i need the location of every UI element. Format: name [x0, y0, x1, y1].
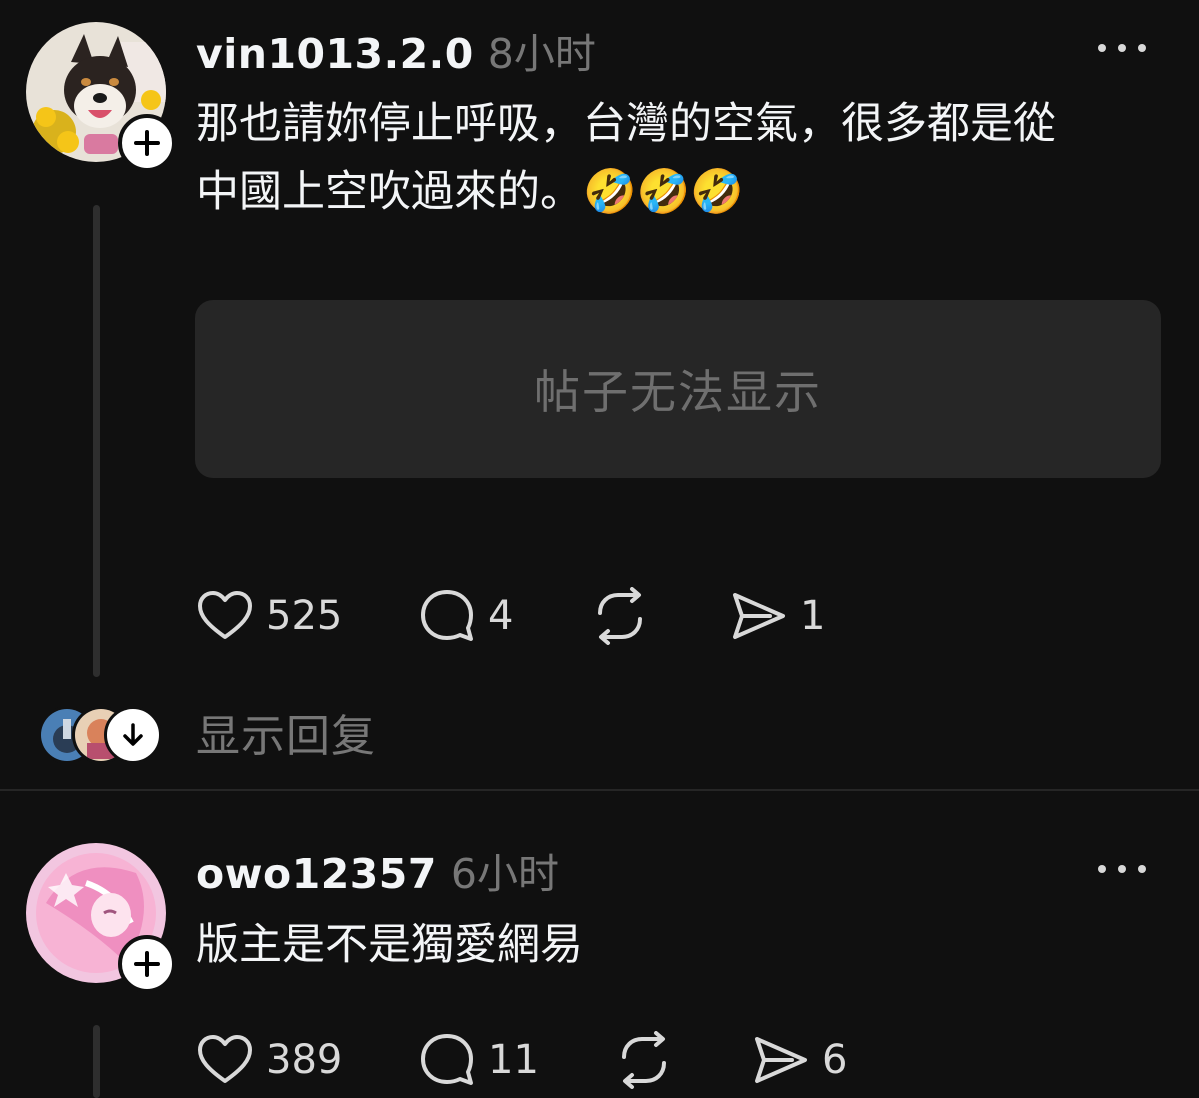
comment-button[interactable]: 11: [418, 1028, 539, 1092]
username[interactable]: owo12357: [196, 850, 437, 898]
repost-icon: [622, 1031, 666, 1089]
rofl-emoji: 🤣🤣🤣: [583, 167, 744, 217]
share-count: 1: [800, 593, 826, 639]
follow-button[interactable]: [118, 935, 176, 993]
share-button[interactable]: 1: [730, 584, 825, 648]
comment-count: 11: [488, 1037, 539, 1083]
post-text-line-2: 中國上空吹過來的。🤣🤣🤣: [196, 167, 744, 217]
comment-count: 4: [488, 593, 514, 639]
more-dots-icon[interactable]: [1098, 38, 1146, 58]
comment-bubble-icon: [421, 1034, 473, 1085]
like-button[interactable]: 389: [196, 1028, 342, 1092]
share-count: 6: [822, 1037, 848, 1083]
thread-line: [93, 205, 100, 677]
post-text: 那也請妳停止呼吸，台灣的空氣，很多都是從 中國上空吹過來的。🤣🤣🤣: [196, 90, 1171, 226]
repost-button[interactable]: [592, 584, 648, 648]
like-count: 525: [266, 593, 343, 639]
plus-icon: [134, 951, 160, 977]
expand-replies-button[interactable]: [104, 706, 162, 764]
repost-button[interactable]: [616, 1028, 672, 1092]
heart-icon: [198, 1035, 252, 1083]
embedded-post-unavailable: 帖子无法显示: [195, 300, 1161, 478]
heart-icon: [198, 591, 252, 639]
comment-button[interactable]: 4: [418, 584, 513, 648]
username[interactable]: vin1013.2.0: [196, 30, 474, 78]
post-time: 8小时: [487, 30, 596, 78]
like-button[interactable]: 525: [196, 584, 342, 648]
send-icon: [733, 593, 785, 639]
comment-bubble-icon: [421, 590, 473, 641]
post-text: 版主是不是獨愛網易: [196, 920, 583, 970]
share-button[interactable]: 6: [752, 1028, 847, 1092]
post-divider: [0, 789, 1199, 791]
thread-line: [93, 1025, 100, 1098]
arrow-down-icon: [123, 723, 143, 746]
repost-icon: [598, 587, 642, 645]
post-time: 6小时: [450, 850, 559, 898]
more-dots-icon[interactable]: [1098, 859, 1146, 879]
post-header: vin1013.2.0 8小时: [196, 20, 596, 80]
post-header: owo12357 6小时: [196, 840, 559, 900]
plus-icon: [134, 130, 160, 156]
follow-button[interactable]: [118, 114, 176, 172]
post-text-line-1: 那也請妳停止呼吸，台灣的空氣，很多都是從: [196, 99, 1056, 149]
send-icon: [755, 1037, 807, 1083]
like-count: 389: [266, 1037, 343, 1083]
show-replies-link[interactable]: 显示回复: [196, 700, 376, 764]
